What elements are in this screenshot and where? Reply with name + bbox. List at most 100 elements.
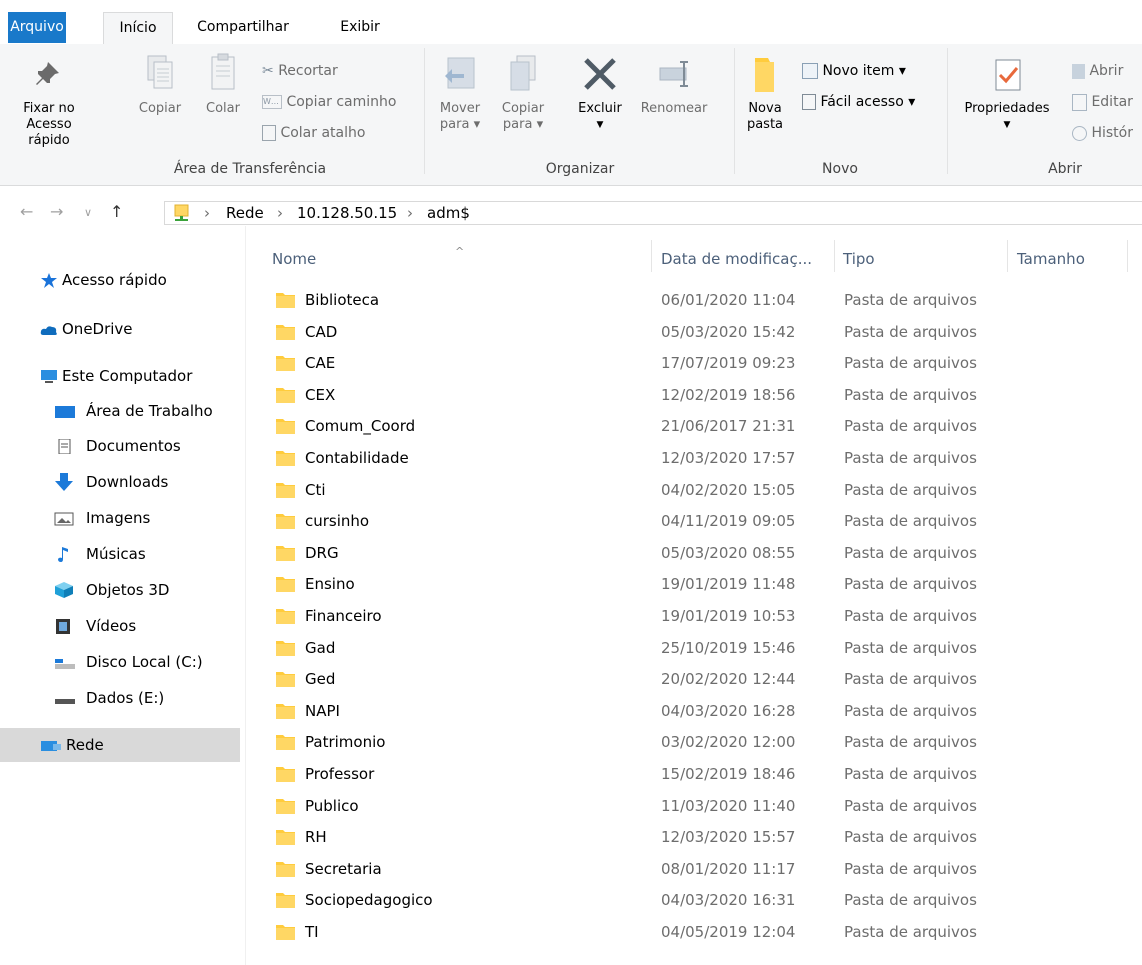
- table-row[interactable]: TI 04/05/2019 12:04 Pasta de arquivos: [270, 916, 1142, 948]
- table-row[interactable]: Publico 11/03/2020 11:40 Pasta de arquivos: [270, 790, 1142, 822]
- table-row[interactable]: Sociopedagogico 04/03/2020 16:31 Pasta de …: [270, 884, 1142, 916]
- table-row[interactable]: DRG 05/03/2020 08:55 Pasta de arquivos: [270, 537, 1142, 569]
- recent-locations-chevron-icon[interactable]: ∨: [84, 206, 92, 219]
- column-header-type-label: Tipo: [843, 250, 875, 268]
- easy-access-icon: [802, 94, 816, 110]
- properties-dropdown-icon[interactable]: ▼: [956, 117, 1058, 133]
- file-type: Pasta de arquivos: [844, 291, 977, 309]
- copy-button[interactable]: Copiar: [135, 52, 185, 117]
- pin-quick-access-button[interactable]: Fixar no Acesso rápido: [4, 52, 94, 149]
- file-name: CAE: [305, 354, 336, 373]
- tab-compartilhar[interactable]: Compartilhar: [188, 12, 298, 43]
- new-folder-label-2: pasta: [746, 117, 784, 132]
- breadcrumb-separator[interactable]: ›: [277, 204, 283, 222]
- sidebar-item-dados[interactable]: Dados (E:): [0, 681, 240, 715]
- sidebar-item-documentos[interactable]: Documentos: [0, 429, 240, 463]
- table-row[interactable]: Cti 04/02/2020 15:05 Pasta de arquivos: [270, 474, 1142, 506]
- new-item-button[interactable]: Novo item ▾: [802, 60, 906, 82]
- easy-access-button[interactable]: Fácil acesso ▾: [802, 91, 915, 113]
- column-header-name[interactable]: Nome: [270, 241, 652, 277]
- table-row[interactable]: NAPI 04/03/2020 16:28 Pasta de arquivos: [270, 695, 1142, 727]
- desktop-icon: [55, 406, 75, 418]
- delete-button[interactable]: Excluir ▼: [569, 52, 631, 133]
- file-type: Pasta de arquivos: [844, 828, 977, 847]
- paste-button[interactable]: Colar: [198, 52, 248, 117]
- up-arrow-icon[interactable]: ↑: [110, 202, 123, 221]
- sidebar-item-downloads[interactable]: Downloads: [0, 465, 240, 499]
- sidebar-item-musicas[interactable]: Músicas: [0, 537, 240, 571]
- table-row[interactable]: cursinho 04/11/2019 09:05 Pasta de arquivo…: [270, 505, 1142, 537]
- column-header-date[interactable]: Data de modificaç...: [661, 241, 831, 277]
- table-row[interactable]: Patrimonio 03/02/2020 12:00 Pasta de arqui…: [270, 726, 1142, 758]
- file-name: Patrimonio: [305, 733, 386, 752]
- file-date: 04/03/2020 16:28: [661, 701, 796, 720]
- delete-dropdown-icon[interactable]: ▼: [569, 117, 631, 133]
- breadcrumb-adm[interactable]: adm$: [427, 204, 470, 222]
- file-date: 19/01/2019 10:53: [661, 607, 796, 625]
- tab-arquivo[interactable]: Arquivo: [8, 12, 66, 43]
- column-divider[interactable]: [834, 240, 835, 272]
- column-divider[interactable]: [1007, 240, 1008, 272]
- back-arrow-icon[interactable]: ←: [20, 202, 33, 221]
- sidebar-item-disco-local[interactable]: Disco Local (C:): [0, 645, 240, 679]
- file-name: Comum_Coord: [305, 417, 416, 436]
- file-name: Publico: [305, 796, 359, 815]
- sidebar-item-imagens[interactable]: Imagens: [0, 501, 240, 535]
- file-type: Pasta de arquivos: [844, 385, 977, 404]
- paste-shortcut-button[interactable]: Colar atalho: [262, 122, 365, 144]
- new-folder-icon: [755, 58, 774, 92]
- breadcrumb-separator[interactable]: ›: [407, 204, 413, 222]
- breadcrumb-separator[interactable]: ›: [204, 204, 210, 222]
- table-row[interactable]: Professor 15/02/2019 18:46 Pasta de arquiv…: [270, 758, 1142, 790]
- sidebar-item-este-computador[interactable]: Este Computador: [0, 359, 240, 393]
- sidebar-item-rede[interactable]: Rede: [0, 728, 240, 762]
- sidebar-item-objetos-3d[interactable]: Objetos 3D: [0, 573, 240, 607]
- ribbon: Fixar no Acesso rápido Copiar Colar ✂ Re…: [0, 44, 1142, 186]
- table-row[interactable]: RH 12/03/2020 15:57 Pasta de arquivos: [270, 821, 1142, 853]
- sidebar-item-acesso-rapido[interactable]: Acesso rápido: [0, 263, 240, 297]
- table-row[interactable]: CAE 17/07/2019 09:23 Pasta de arquivos: [270, 347, 1142, 379]
- move-to-button[interactable]: Mover para ▾: [436, 52, 484, 133]
- sidebar-item-videos[interactable]: Vídeos: [0, 609, 240, 643]
- breadcrumb-ip[interactable]: 10.128.50.15: [297, 204, 397, 222]
- new-folder-button[interactable]: Nova pasta: [740, 52, 790, 133]
- table-row[interactable]: Biblioteca 06/01/2020 11:04 Pasta de arqui…: [270, 284, 1142, 316]
- copy-to-button[interactable]: Copiar para ▾: [497, 52, 549, 133]
- rename-label: Renomear: [640, 101, 708, 116]
- tab-exibir[interactable]: Exibir: [330, 12, 390, 43]
- table-row[interactable]: Ged 20/02/2020 12:44 Pasta de arquivos: [270, 663, 1142, 695]
- column-divider[interactable]: [1127, 240, 1128, 272]
- breadcrumb-rede[interactable]: Rede: [226, 204, 264, 222]
- pane-divider[interactable]: [245, 226, 246, 965]
- sidebar-item-onedrive[interactable]: OneDrive: [0, 312, 240, 346]
- table-row[interactable]: Secretaria 08/01/2020 11:17 Pasta de arqui…: [270, 853, 1142, 885]
- file-name: Ensino: [305, 575, 355, 594]
- table-row[interactable]: CAD 05/03/2020 15:42 Pasta de arquivos: [270, 316, 1142, 348]
- sidebar-item-label: OneDrive: [62, 320, 133, 338]
- column-header-size-label: Tamanho: [1017, 250, 1085, 268]
- sidebar-item-area-de-trabalho[interactable]: Área de Trabalho: [0, 394, 240, 428]
- copy-path-button[interactable]: W… Copiar caminho: [262, 91, 396, 113]
- tab-inicio[interactable]: Início: [103, 12, 173, 45]
- table-row[interactable]: Gad 25/10/2019 15:46 Pasta de arquivos: [270, 632, 1142, 664]
- paste-shortcut-label: Colar atalho: [280, 125, 366, 141]
- forward-arrow-icon[interactable]: →: [50, 202, 63, 221]
- column-header-size[interactable]: Tamanho: [1017, 241, 1127, 277]
- rename-button[interactable]: Renomear: [633, 52, 715, 117]
- table-row[interactable]: Ensino 19/01/2019 11:48 Pasta de arquivos: [270, 568, 1142, 600]
- new-group-label: Novo: [822, 161, 858, 177]
- delete-x-icon: [584, 58, 616, 90]
- table-row[interactable]: CEX 12/02/2019 18:56 Pasta de arquivos: [270, 379, 1142, 411]
- file-type: Pasta de arquivos: [844, 859, 977, 878]
- column-divider[interactable]: [651, 240, 652, 272]
- history-button[interactable]: Histór: [1072, 122, 1133, 144]
- edit-button[interactable]: Editar: [1072, 91, 1133, 113]
- table-row[interactable]: Financeiro 19/01/2019 10:53 Pasta de arqui…: [270, 600, 1142, 632]
- properties-button[interactable]: Propriedades ▼: [956, 52, 1058, 133]
- table-row[interactable]: Comum_Coord 21/06/2017 21:31 Pasta de arqu…: [270, 410, 1142, 442]
- paste-label: Colar: [206, 101, 240, 116]
- cut-button[interactable]: ✂ Recortar: [262, 60, 338, 82]
- open-button[interactable]: Abrir: [1072, 60, 1123, 82]
- table-row[interactable]: Contabilidade 12/03/2020 17:57 Pasta de ar…: [270, 442, 1142, 474]
- column-header-type[interactable]: Tipo: [843, 241, 1003, 277]
